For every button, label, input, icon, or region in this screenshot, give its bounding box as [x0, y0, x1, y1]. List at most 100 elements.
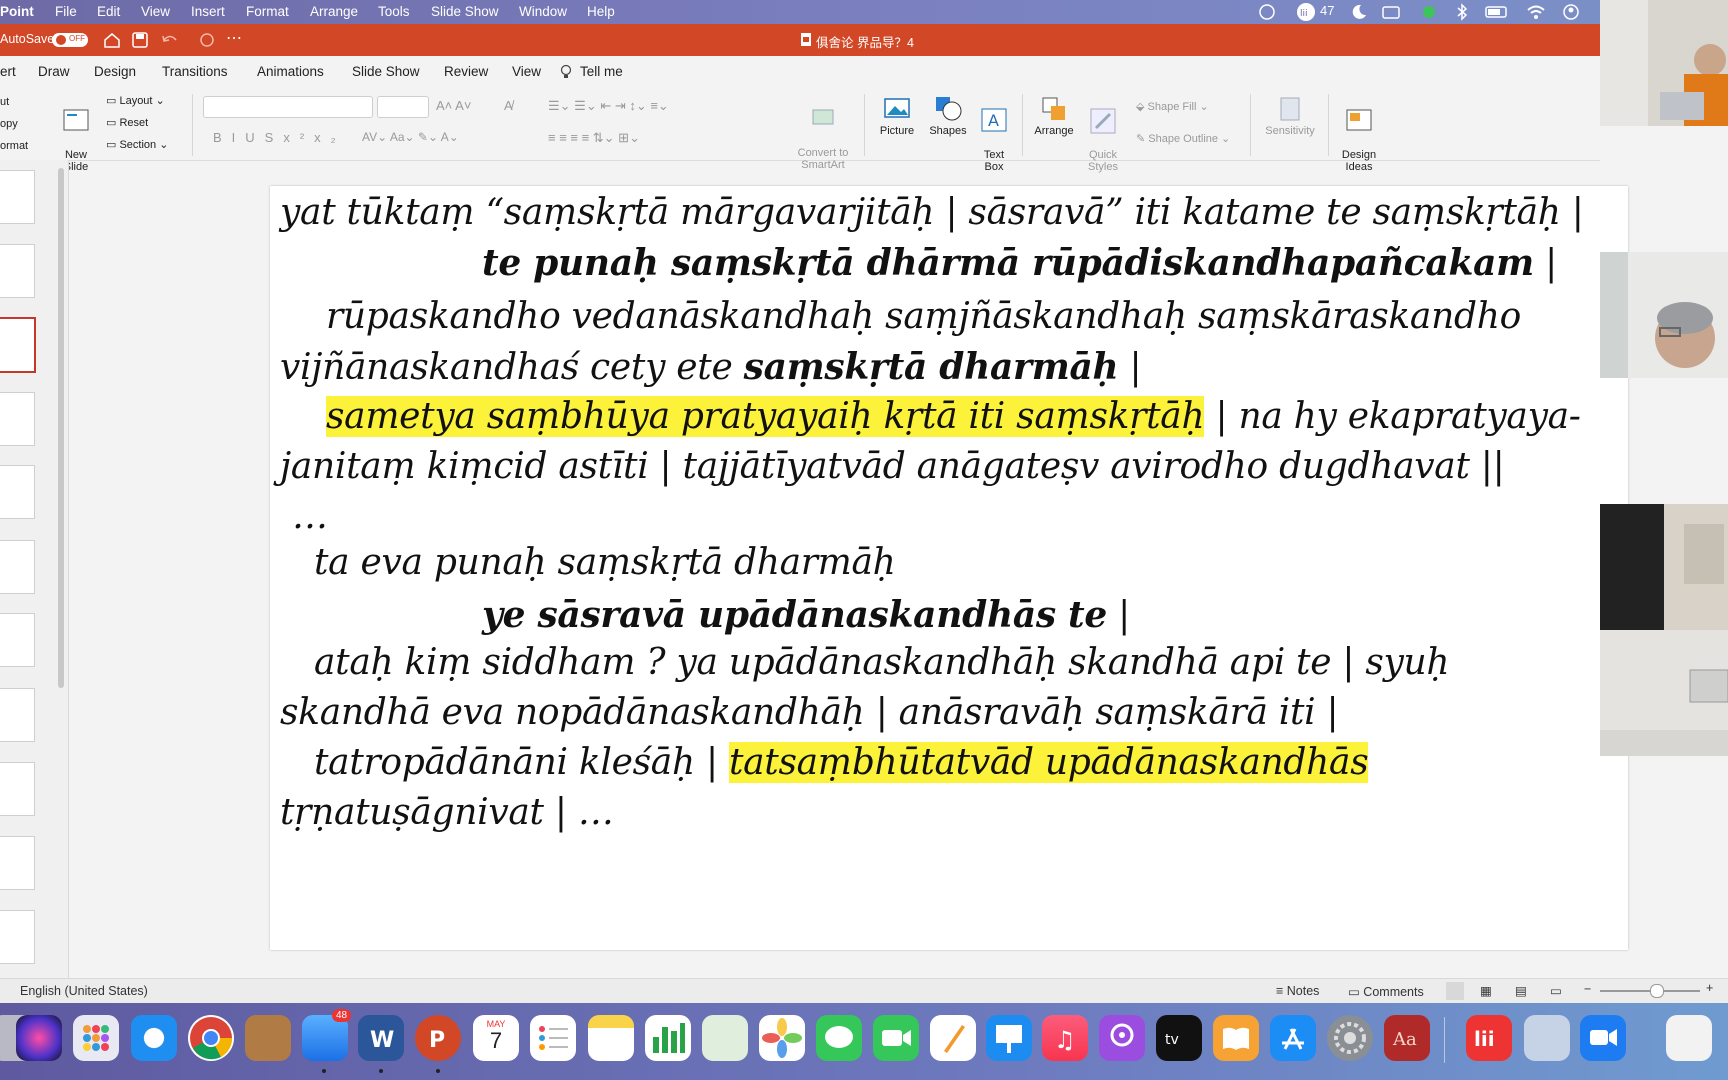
design-ideas-button[interactable]: Design Ideas: [1334, 94, 1384, 173]
slide-thumbnail[interactable]: [0, 762, 35, 816]
launchpad-icon[interactable]: [73, 1015, 119, 1061]
convert-smartart-button[interactable]: Convert to SmartArt: [790, 92, 856, 171]
slide-sorter-icon[interactable]: ▦: [1480, 983, 1492, 998]
autosave-toggle[interactable]: OFF: [52, 33, 88, 47]
system-settings-icon[interactable]: [1327, 1015, 1373, 1061]
slide-thumbnail[interactable]: [0, 613, 35, 667]
menu-tools[interactable]: Tools: [378, 4, 410, 19]
photos-icon[interactable]: [759, 1015, 805, 1061]
picture-button[interactable]: Picture: [873, 94, 921, 137]
normal-view-icon[interactable]: [1446, 982, 1464, 1000]
comments-button[interactable]: ▭ Comments: [1348, 984, 1424, 999]
app-menu[interactable]: Point: [0, 4, 34, 19]
tab-view[interactable]: View: [512, 64, 541, 79]
tell-me-search[interactable]: Tell me: [580, 64, 623, 79]
pages-icon[interactable]: [930, 1015, 976, 1061]
slide-thumbnail[interactable]: [0, 688, 35, 742]
notes-icon[interactable]: [588, 1015, 634, 1061]
contacts-icon[interactable]: [245, 1015, 291, 1061]
grow-font-icon[interactable]: A˄ A˅: [436, 98, 471, 113]
menu-file[interactable]: File: [55, 4, 77, 19]
powerpoint-icon[interactable]: P: [415, 1015, 461, 1061]
numbers-icon[interactable]: [645, 1015, 691, 1061]
home-icon[interactable]: [103, 31, 121, 52]
slide-text-line[interactable]: sametya saṃbhūya pratyayaiḥ kṛtā iti saṃ…: [326, 396, 1581, 437]
slide-text-line[interactable]: ataḥ kiṃ siddham ? ya upādānaskandhāḥ sk…: [314, 642, 1450, 683]
font-family-select[interactable]: [203, 96, 373, 118]
zoom-icon[interactable]: [1580, 1015, 1626, 1061]
window-icon[interactable]: [1381, 3, 1401, 21]
notes-button[interactable]: ≡ Notes: [1276, 984, 1319, 998]
bluetooth-icon[interactable]: [1455, 3, 1469, 21]
video-tile[interactable]: [1600, 0, 1728, 126]
more-icon[interactable]: ⋯: [226, 28, 242, 48]
podcasts-icon[interactable]: [1099, 1015, 1145, 1061]
reminders-icon[interactable]: [530, 1015, 576, 1061]
video-tile[interactable]: [1600, 504, 1728, 630]
slide-thumbnail[interactable]: [0, 465, 35, 519]
font-color-icons[interactable]: AV⌄ Aa⌄ ✎⌄ A⌄: [362, 130, 459, 144]
font-size-select[interactable]: [377, 96, 429, 118]
wifi-icon[interactable]: [1526, 3, 1546, 21]
slide-text-line[interactable]: tatropādānāni kleśāḥ | tatsaṃbhūtatvād u…: [314, 742, 1369, 783]
clip-copy[interactable]: opy: [0, 118, 18, 130]
slide-text-line[interactable]: rūpaskandho vedanāskandhaḥ saṃjñāskandha…: [326, 296, 1521, 337]
slide-text-line[interactable]: ye sāsravā upādānaskandhās te |: [482, 594, 1130, 636]
slide-text-line[interactable]: janitaṃ kiṃcid astīti | tajjātīyatvād an…: [280, 446, 1505, 487]
slide-text-line[interactable]: te punaḥ saṃskṛtā dhārmā rūpādiskandhapa…: [482, 242, 1557, 284]
slide-thumbnail[interactable]: [0, 540, 35, 594]
tab-insert[interactable]: ert: [0, 64, 16, 79]
shape-outline-button[interactable]: ✎ Shape Outline ⌄: [1136, 132, 1230, 145]
language-status[interactable]: English (United States): [20, 984, 148, 998]
keynote-icon[interactable]: [986, 1015, 1032, 1061]
chrome-icon[interactable]: [188, 1015, 234, 1061]
menu-arrange[interactable]: Arrange: [310, 4, 358, 19]
dictionary-icon[interactable]: Aa: [1384, 1015, 1430, 1061]
video-tile[interactable]: [1600, 630, 1728, 756]
user-icon[interactable]: [1562, 3, 1580, 21]
align-icons[interactable]: ≡ ≡ ≡ ≡ ⇅⌄ ⊞⌄: [548, 130, 640, 146]
quick-styles-button[interactable]: Quick Styles: [1080, 94, 1126, 173]
finder-window-icon[interactable]: [1524, 1015, 1570, 1061]
text-format-icons[interactable]: BIUSx²x₂: [213, 130, 346, 145]
bullets-icon[interactable]: ☰⌄ ☰⌄ ⇤ ⇥ ↕⌄ ≡⌄: [548, 98, 669, 114]
slide-thumbnail[interactable]: [0, 392, 35, 446]
thumbnail-scrollbar[interactable]: [58, 168, 64, 688]
downloads-stack-icon[interactable]: [1666, 1015, 1712, 1061]
slide-text-line[interactable]: yat tūktaṃ “saṃskṛtā mārgavarjitāḥ | sās…: [280, 192, 1584, 233]
menu-help[interactable]: Help: [587, 4, 615, 19]
undo-icon[interactable]: [160, 31, 188, 52]
facetime-icon[interactable]: [873, 1015, 919, 1061]
slide-thumbnail[interactable]: [0, 170, 35, 224]
tab-review[interactable]: Review: [444, 64, 488, 79]
reset-button[interactable]: ▭ Reset: [106, 116, 148, 129]
siri-icon[interactable]: [16, 1015, 62, 1061]
green-app-icon[interactable]: [1420, 3, 1438, 21]
document-title[interactable]: 俱舍论 界品导？4: [816, 32, 914, 51]
battery-status-icon[interactable]: lii: [1296, 2, 1318, 21]
sensitivity-button[interactable]: Sensitivity: [1260, 94, 1320, 137]
tab-transitions[interactable]: Transitions: [162, 64, 228, 79]
slide-thumbnail[interactable]: [0, 836, 35, 890]
slide-thumbnail-selected[interactable]: [0, 317, 36, 373]
tab-animations[interactable]: Animations: [257, 64, 324, 79]
tab-slide-show[interactable]: Slide Show: [352, 64, 420, 79]
books-icon[interactable]: [1213, 1015, 1259, 1061]
menu-view[interactable]: View: [141, 4, 170, 19]
text-box-button[interactable]: A Text Box: [974, 94, 1014, 173]
slideshow-view-icon[interactable]: ▭: [1550, 983, 1562, 998]
shape-fill-button[interactable]: ⬙ Shape Fill ⌄: [1136, 100, 1209, 113]
maps-icon[interactable]: [702, 1015, 748, 1061]
redo-icon[interactable]: [198, 31, 216, 52]
slide-text-line[interactable]: ta eva punaḥ saṃskṛtā dharmāḥ: [314, 542, 896, 583]
clear-format-icon[interactable]: A̸: [504, 98, 513, 113]
arrange-button[interactable]: Arrange: [1030, 94, 1078, 137]
menu-edit[interactable]: Edit: [97, 4, 120, 19]
slide-thumbnail[interactable]: [0, 910, 35, 964]
battery-icon[interactable]: [1484, 3, 1510, 21]
zoom-out-button[interactable]: −: [1584, 982, 1591, 996]
save-icon[interactable]: [131, 31, 149, 52]
layout-button[interactable]: ▭ Layout ⌄: [106, 94, 165, 107]
video-tile[interactable]: [1600, 252, 1728, 378]
music-icon[interactable]: ♫: [1042, 1015, 1088, 1061]
